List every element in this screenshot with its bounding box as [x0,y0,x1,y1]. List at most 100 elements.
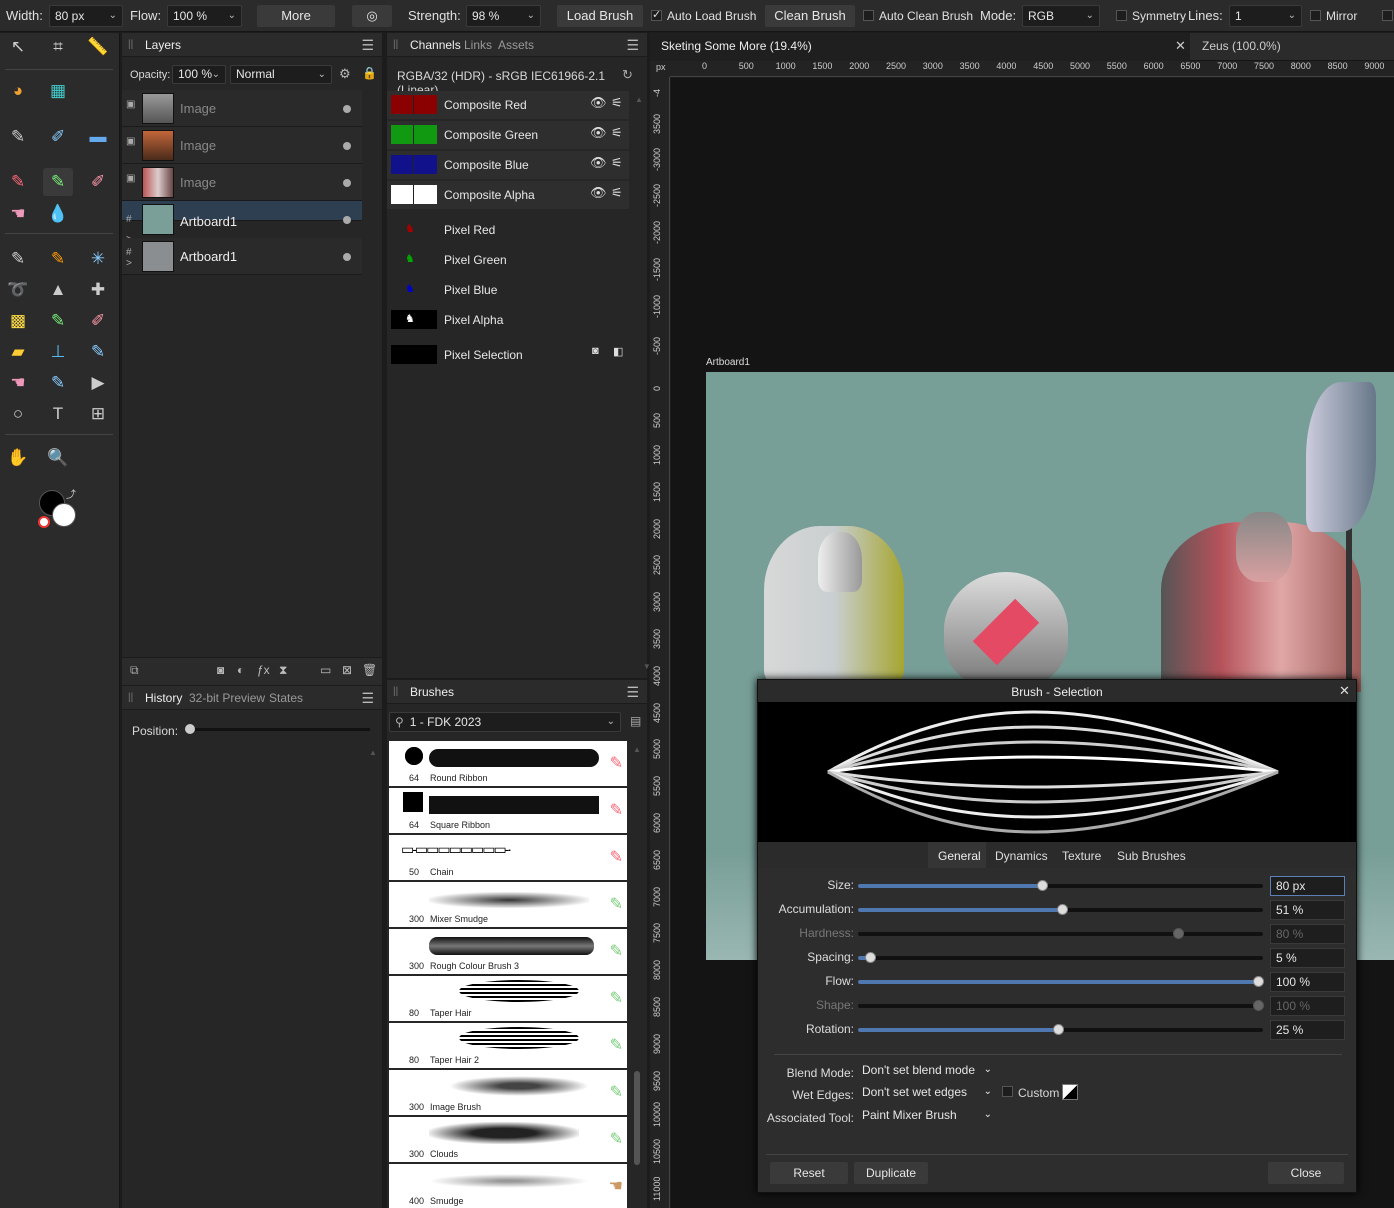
tab-sub-brushes[interactable]: Sub Brushes [1117,849,1186,863]
setting-slider-handle[interactable] [1057,904,1068,915]
brushes-scrollbar[interactable]: ▲ [633,741,641,1208]
tab-channels[interactable]: Channels [410,38,461,52]
lines-field[interactable]: 1 ⌄ [1229,5,1302,27]
image-icon[interactable]: ▬ [83,123,113,151]
menu-icon[interactable]: ☰ [361,37,374,54]
history-scrollbar[interactable]: ▲ [369,744,377,1204]
tab-assets[interactable]: Assets [498,38,534,52]
hand-tool-icon[interactable]: ✋ [3,444,33,472]
eye-icon[interactable]: 👁 [590,95,607,111]
smudge-2-icon[interactable]: ☚ [3,369,33,397]
retouch-icon[interactable]: ✎ [43,369,73,397]
tab-brushes[interactable]: Brushes [410,685,454,699]
setting-slider-handle[interactable] [1053,1024,1064,1035]
menu-icon[interactable]: ☰ [361,690,374,707]
channel-row[interactable]: ♞ Pixel Alpha [387,306,629,334]
grip-icon[interactable]: || [393,686,398,697]
folder-icon[interactable]: ▭ [320,663,331,677]
lock-checkbox[interactable] [1382,10,1393,21]
associated-tool-select[interactable]: Paint Mixer Brush ⌄ [858,1105,994,1125]
magic-wand-icon[interactable]: ✳ [83,245,113,273]
tab-history[interactable]: History [145,691,182,705]
mixer-brush-icon[interactable]: ✎ [43,168,73,196]
healing-icon[interactable]: ✚ [83,276,113,304]
channel-row[interactable]: ♞ Pixel Blue [387,276,629,304]
layer-row[interactable]: ▣ Image [122,164,362,201]
close-button[interactable]: Close [1268,1162,1344,1184]
eye-icon[interactable]: 👁 [590,185,607,201]
list-view-icon[interactable]: ▤ [630,714,641,728]
brush-item[interactable]: 400 Smudge ☚ [389,1164,627,1208]
custom-curve-icon[interactable] [1062,1084,1078,1100]
tab-32-bit-preview[interactable]: 32-bit Preview [189,691,265,705]
auto-load-checkbox[interactable] [651,8,662,21]
visibility-dot[interactable] [343,105,351,113]
paint-brush-icon[interactable]: ✎ [3,168,33,196]
sponge-icon[interactable]: ▰ [3,338,33,366]
live-filter-icon[interactable]: ⧗ [279,663,287,678]
opacity-field[interactable]: 100 % ⌄ [172,65,226,84]
position-slider[interactable] [186,728,370,731]
lasso-icon[interactable]: ➰ [3,276,33,304]
invert-icon[interactable]: ◧ [613,345,623,358]
tab-layers[interactable]: Layers [145,38,181,52]
channels-scrollbar[interactable]: ▲ ▼ [635,91,651,671]
mode-select[interactable]: RGB ⌄ [1022,5,1100,27]
layer-row[interactable]: ▣ Image [122,90,362,127]
node-tool-icon[interactable]: ▶ [83,369,113,397]
channel-row[interactable]: ♞ Pixel Green [387,246,629,274]
duplicate-button[interactable]: Duplicate [854,1162,928,1184]
menu-icon[interactable]: ☰ [626,37,639,54]
clone-stamp-icon[interactable]: ⊥ [43,338,73,366]
gradient-icon[interactable]: ✎ [83,338,113,366]
clean-brush-button[interactable]: Clean Brush [765,5,855,27]
channel-row[interactable]: Composite Red 👁 ⚟ [387,91,629,119]
flow-field[interactable]: 100 % ⌄ [167,5,242,27]
tab-general[interactable]: General [928,842,986,868]
color-picker-icon[interactable]: ✎ [3,123,33,151]
sliders-icon[interactable]: ⚟ [611,125,623,141]
setting-slider-handle[interactable] [1253,976,1264,987]
sliders-icon[interactable]: ⚟ [611,185,623,201]
swap-colors-icon[interactable]: ⤴ [66,486,76,501]
reset-button[interactable]: Reset [770,1162,848,1184]
mirror-checkbox[interactable] [1310,10,1321,21]
erase-brush-icon[interactable]: ✐ [83,168,113,196]
custom-checkbox[interactable] [1002,1086,1013,1097]
strength-field[interactable]: 98 % ⌄ [466,5,541,27]
layer-row[interactable]: # > Artboard1 [122,238,362,275]
eraser-icon[interactable]: ✐ [83,307,113,335]
force-pressure-button[interactable]: ◎ [352,5,392,27]
auto-clean-checkbox[interactable] [863,10,874,21]
grip-icon[interactable]: || [128,692,133,703]
symmetry-checkbox[interactable] [1116,10,1127,21]
visibility-dot[interactable] [343,253,351,261]
tab-dynamics[interactable]: Dynamics [995,849,1048,863]
sliders-icon[interactable]: ⚟ [611,155,623,171]
brush-item[interactable]: 300 Mixer Smudge ✎ [389,882,627,928]
layer-row-selected[interactable]: #>Artboard1 [122,201,362,245]
flood-fill-icon[interactable]: ▲ [43,276,73,304]
brush-item[interactable]: 300 Image Brush ✎ [389,1070,627,1116]
fx-icon[interactable]: ƒx [257,663,270,677]
grip-icon[interactable]: || [128,39,133,50]
mesh-warp-icon[interactable]: ⊞ [83,400,113,428]
setting-slider-handle[interactable] [1037,880,1048,891]
ruler-tool-icon[interactable]: 📏 [83,33,113,61]
brush-item[interactable]: ▭-▭▭▭▭▭▭▭▭-· 50 Chain ✎ [389,835,627,881]
tab-document[interactable]: Zeus (100.0%) [1193,33,1394,61]
ruler-vertical[interactable]: -4 3500 -3000 -2500 -2000 -1500 -1000 -500 0 500 1… [650,77,670,1208]
brush-item[interactable]: 300 Rough Colour Brush 3 ✎ [389,929,627,975]
setting-slider-handle[interactable] [865,952,876,963]
ellipse-tool-icon[interactable]: ○ [3,400,33,428]
brush-item[interactable]: 64 Round Ribbon ✎ [389,741,627,787]
gear-icon[interactable]: ⚙ [339,66,351,82]
more-button[interactable]: More [257,5,335,27]
layer-options-icon[interactable]: ⧉ [130,663,139,678]
setting-value-field[interactable]: 5 % [1270,948,1345,968]
channel-row[interactable]: Composite Green 👁 ⚟ [387,121,629,149]
setting-value-field[interactable]: 80 px [1270,876,1345,896]
setting-value-field[interactable]: 100 % [1270,972,1345,992]
visibility-dot[interactable] [343,142,351,150]
no-color-icon[interactable] [38,516,50,528]
